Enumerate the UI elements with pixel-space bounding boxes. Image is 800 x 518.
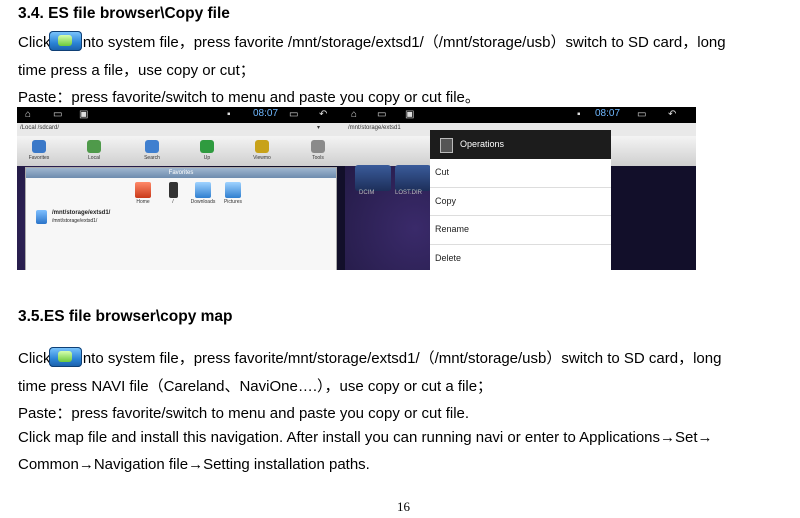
address-text: /Local /sdcard/ xyxy=(20,125,60,131)
toolbar-up-button[interactable]: Up xyxy=(190,140,224,161)
paragraph-line: Paste：press favorite/switch to menu and … xyxy=(18,405,470,422)
back-icon: ↶ xyxy=(319,109,328,120)
favorite-home[interactable]: Home xyxy=(129,182,157,205)
recent-apps-icon: ▭ xyxy=(53,109,63,120)
home-icon: ⌂ xyxy=(351,109,358,120)
notification-icon: ▪ xyxy=(227,109,231,120)
path-sub: /mnt/storage/extsd1/ xyxy=(52,218,98,224)
es-app-icon xyxy=(48,347,82,367)
menu-icon: ▭ xyxy=(637,109,647,120)
folder-icon xyxy=(195,182,211,198)
dialog-title: Favorites xyxy=(26,168,336,178)
inline-text: Click xyxy=(18,34,51,51)
paragraph-line: Paste：press favorite/switch to menu and … xyxy=(18,89,480,106)
favorite-label: Pictures xyxy=(223,199,243,205)
toolbar-label: Local xyxy=(88,155,100,161)
path-main: /mnt/storage/extsd1/ xyxy=(52,210,111,216)
phone-icon xyxy=(168,182,178,198)
toolbar-label: Up xyxy=(203,155,211,161)
inline-text: Click xyxy=(18,350,51,367)
status-time: 08:07 xyxy=(253,108,279,119)
toolbar-tools-button[interactable]: Tools xyxy=(301,140,335,161)
status-time: 08:07 xyxy=(595,108,621,119)
address-text: /mnt/storage/extsd1 xyxy=(348,125,401,131)
toolbar-favorites-button[interactable]: Favorites xyxy=(22,140,56,161)
favorite-root[interactable]: / xyxy=(159,182,187,205)
toolbar-local-button[interactable]: Local xyxy=(77,140,111,161)
menu-item-rename[interactable]: Rename xyxy=(430,216,611,245)
toolbar-label: Favorites xyxy=(28,155,50,161)
toolbar-viewmode-button[interactable]: Viewmo xyxy=(245,140,279,161)
operations-menu: Operations Cut Copy Rename Delete xyxy=(430,130,611,270)
section-heading-copy-map: 3.5.ES file browser\copy map xyxy=(18,308,233,325)
home-icon: ⌂ xyxy=(25,109,32,120)
es-app-icon xyxy=(48,31,82,51)
folder-label: DCIM xyxy=(359,190,375,196)
search-icon xyxy=(145,140,159,153)
paragraph-line: time press NAVI file（Careland、NaviOne….）… xyxy=(18,378,493,395)
viewmode-icon xyxy=(255,140,269,153)
menu-item-delete[interactable]: Delete xyxy=(430,245,611,271)
star-icon xyxy=(32,140,46,153)
toolbar-label: Viewmo xyxy=(253,155,271,161)
menu-item-cut[interactable]: Cut xyxy=(430,159,611,188)
home-icon xyxy=(135,182,151,198)
dropdown-icon[interactable]: ▾ xyxy=(317,124,320,131)
paragraph-line: Click into system file，press favorite/mnt… xyxy=(18,347,721,368)
local-icon xyxy=(87,140,101,153)
back-icon: ↶ xyxy=(668,109,677,120)
page-number: 16 xyxy=(397,499,410,514)
screenshot-operations: ⌂ ▭ ▣ ▪ 08:07 ▭ ↶ /mnt/storage/extsd1 DC… xyxy=(345,107,696,270)
inline-text: into system file，press favorite/mnt/stor… xyxy=(79,350,722,367)
menu-item-copy[interactable]: Copy xyxy=(430,188,611,216)
folder-label: LOST.DIR xyxy=(395,190,423,196)
menu-header: Operations xyxy=(430,130,611,159)
toolbar-label: Search xyxy=(144,155,160,161)
screenshot-icon: ▣ xyxy=(405,109,415,120)
inline-text: into system file，press favorite /mnt/sto… xyxy=(79,34,726,51)
up-icon xyxy=(200,140,214,153)
favorite-label: / xyxy=(172,199,174,205)
paragraph-line: Common→Navigation file→Setting installat… xyxy=(18,456,370,473)
menu-icon: ▭ xyxy=(289,109,299,120)
favorite-pictures[interactable]: Pictures xyxy=(219,182,247,205)
section-heading-copy-file: 3.4. ES file browser\Copy file xyxy=(18,5,230,22)
address-bar[interactable]: /Local /sdcard/ ▾ xyxy=(17,123,345,136)
favorites-dialog: Favorites Home / Downloads Pictures /mnt… xyxy=(25,167,337,270)
tools-icon xyxy=(311,140,325,153)
screenshot-favorites: ⌂ ▭ ▣ ▪ 08:07 ▭ ↶ /Local /sdcard/ ▾ Favo… xyxy=(17,107,345,270)
folder-icon[interactable] xyxy=(395,165,431,191)
status-bar: ⌂ ▭ ▣ ▪ 08:07 ▭ ↶ xyxy=(17,107,345,123)
favorite-downloads[interactable]: Downloads xyxy=(189,182,217,205)
menu-title: Operations xyxy=(460,139,505,149)
folder-icon xyxy=(225,182,241,198)
favorite-label: Home xyxy=(136,199,150,205)
recent-apps-icon: ▭ xyxy=(377,109,387,120)
folder-icon[interactable] xyxy=(355,165,391,191)
paragraph-line: time press a file，use copy or cut； xyxy=(18,62,255,79)
favorite-label: Downloads xyxy=(190,199,216,205)
toolbar-search-button[interactable]: Search xyxy=(135,140,169,161)
operations-icon xyxy=(440,138,453,153)
toolbar: Favorites Local Search Up Viewmo Tools xyxy=(17,136,345,167)
paragraph-line: Click map file and install this navigati… xyxy=(18,429,713,446)
status-bar: ⌂ ▭ ▣ ▪ 08:07 ▭ ↶ xyxy=(345,107,696,123)
paragraph-line: Click into system file，press favorite /mn… xyxy=(18,31,726,52)
screenshot-icon: ▣ xyxy=(79,109,89,120)
notification-icon: ▪ xyxy=(577,109,581,120)
folder-icon xyxy=(36,210,47,224)
toolbar-label: Tools xyxy=(312,155,324,161)
